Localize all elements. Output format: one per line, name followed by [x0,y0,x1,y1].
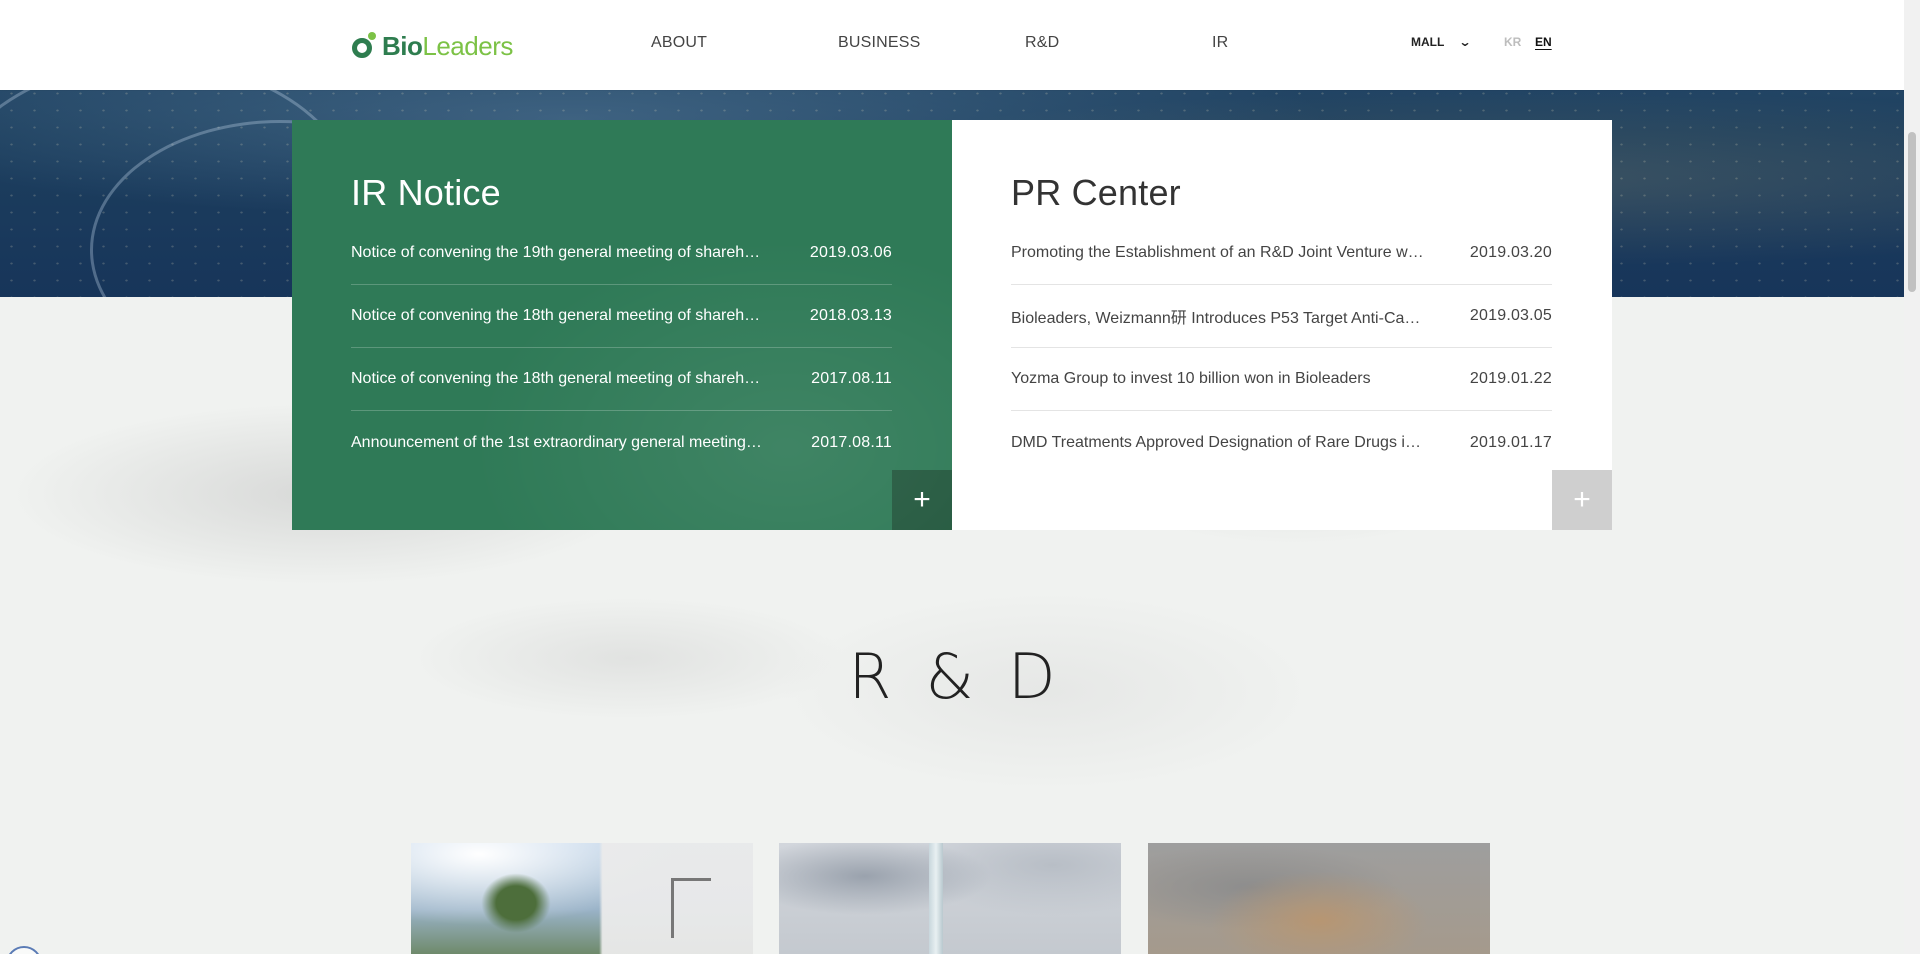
rnd-section-title: R&D [848,640,1090,713]
ir-notice-panel: IR Notice Notice of convening the 19th g… [292,120,952,530]
notice-date: 2017.08.11 [811,433,892,451]
nav-business[interactable]: BUSINESS [838,34,921,52]
mall-label: MALL [1411,35,1445,49]
rnd-card-lab[interactable] [1148,843,1490,954]
logo-mark-icon [352,32,380,60]
nav-rnd[interactable]: R&D [1025,34,1059,52]
logo-bio: Bio [382,31,423,61]
mall-dropdown[interactable]: MALL ⌄ [1411,35,1472,49]
building-sign-image [671,878,711,938]
pr-news-item[interactable]: Yozma Group to invest 10 billion won in … [1011,348,1552,411]
pr-news-item[interactable]: DMD Treatments Approved Designation of R… [1011,411,1552,474]
pr-more-button[interactable]: + [1552,470,1612,530]
scrollbar-thumb[interactable] [1908,132,1916,292]
palm-tree-image [481,873,551,933]
rnd-card-research[interactable] [779,843,1121,954]
notice-title: Announcement of the 1st extraordinary ge… [351,433,791,451]
nav-ir[interactable]: IR [1212,34,1228,52]
chevron-down-icon: ⌄ [1458,35,1472,49]
bioleaders-logo[interactable]: BioLeaders [352,30,513,62]
notice-date: 2019.03.06 [809,244,892,261]
notice-title: Notice of convening the 19th general mee… [351,244,788,261]
pr-news-item[interactable]: Promoting the Establishment of an R&D Jo… [1011,222,1552,285]
notice-date: 2017.08.11 [811,370,892,387]
ir-notice-title: IR Notice [351,172,501,213]
news-date: 2019.03.20 [1469,244,1552,261]
notice-title: Notice of convening the 18th general mee… [351,307,788,324]
pr-center-list: Promoting the Establishment of an R&D Jo… [1011,222,1552,474]
ir-notice-item[interactable]: Announcement of the 1st extraordinary ge… [351,411,892,474]
pr-center-title: PR Center [1011,172,1181,213]
lang-kr-link[interactable]: KR [1504,35,1521,49]
ir-notice-item[interactable]: Notice of convening the 18th general mee… [351,348,892,411]
news-title: Yozma Group to invest 10 billion won in … [1011,370,1371,387]
page-scrollbar[interactable] [1904,0,1920,954]
pr-center-panel: PR Center Promoting the Establishment of… [952,120,1612,530]
news-title: Bioleaders, Weizmann研 Introduces P53 Tar… [1011,310,1451,327]
ir-notice-item[interactable]: Notice of convening the 19th general mee… [351,222,892,285]
news-title: Promoting the Establishment of an R&D Jo… [1011,244,1445,261]
logo-text: BioLeaders [382,30,513,62]
news-date: 2019.01.22 [1469,370,1552,387]
news-date: 2019.03.05 [1469,307,1552,324]
news-date: 2019.01.17 [1469,433,1552,451]
logo-leaders: Leaders [422,31,513,61]
rnd-card-facility[interactable] [411,843,753,954]
lang-en-link[interactable]: EN [1535,35,1552,49]
site-header: BioLeaders ABOUT BUSINESS R&D IR MALL ⌄ … [0,0,1904,90]
ir-notice-list: Notice of convening the 19th general mee… [351,222,892,474]
nav-about[interactable]: ABOUT [651,34,707,52]
notice-date: 2018.03.13 [809,307,892,324]
news-title: DMD Treatments Approved Designation of R… [1011,433,1451,451]
ir-more-button[interactable]: + [892,470,952,530]
ir-notice-item[interactable]: Notice of convening the 18th general mee… [351,285,892,348]
test-tube-image [929,843,943,954]
pr-news-item[interactable]: Bioleaders, Weizmann研 Introduces P53 Tar… [1011,285,1552,348]
notice-title: Notice of convening the 18th general mee… [351,370,788,387]
